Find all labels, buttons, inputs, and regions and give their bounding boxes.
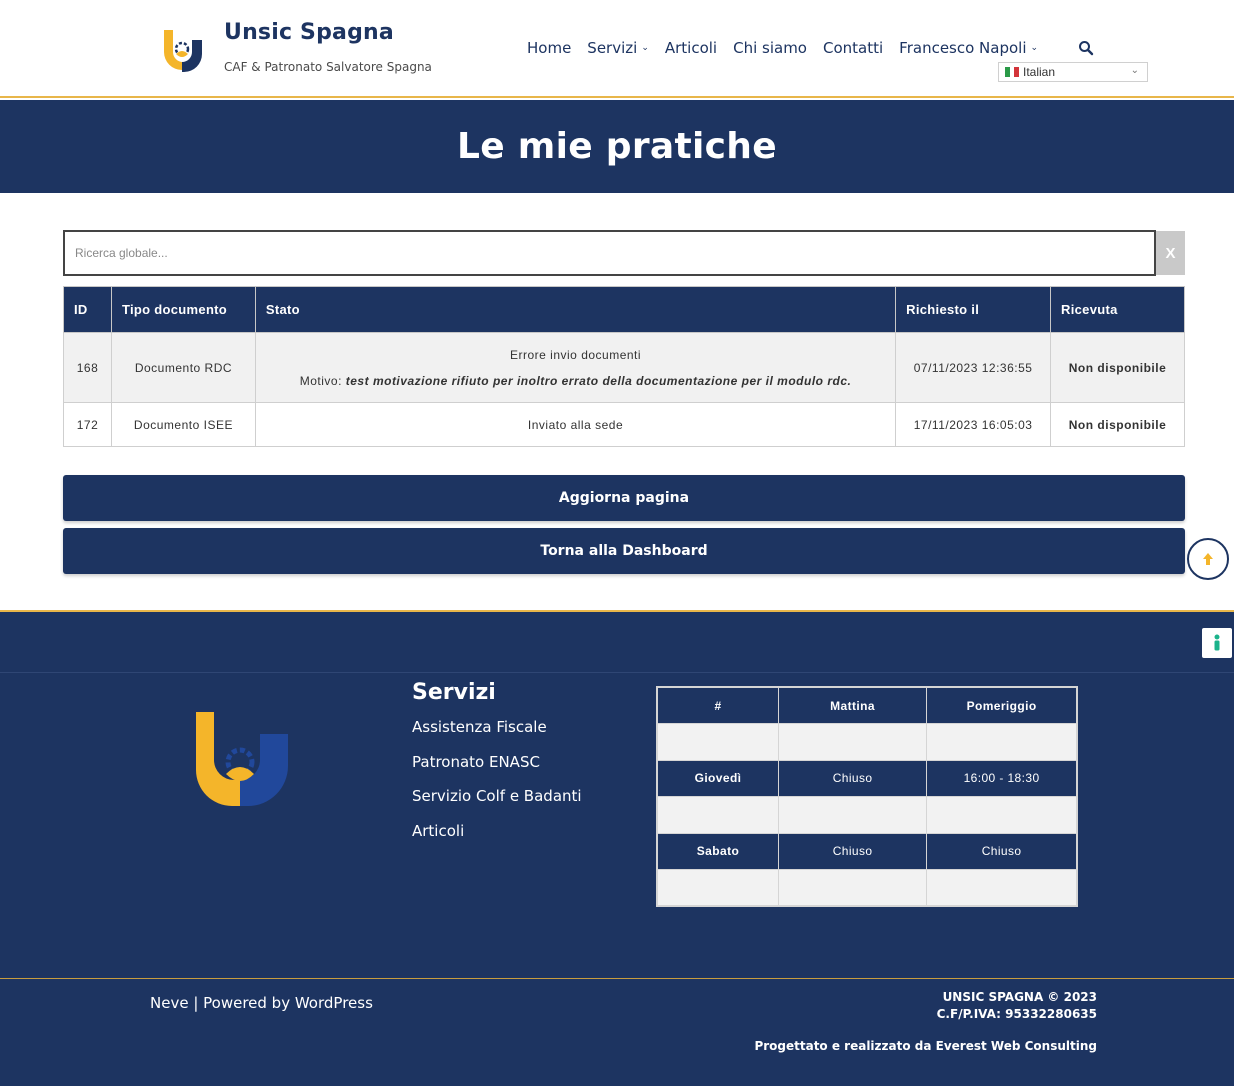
motivo-text: Motivo: test motivazione rifiuto per ino… (264, 368, 887, 394)
refresh-page-button[interactable]: Aggiorna pagina (63, 475, 1185, 521)
footer-link-articoli[interactable]: Articoli (412, 822, 582, 857)
table-header-row: ID Tipo documento Stato Richiesto il Ric… (63, 286, 1185, 333)
cell-tipo: Documento ISEE (110, 402, 256, 447)
hours-row: Venerdì 9:30 - 13:00 Chiuso (656, 796, 1078, 834)
pratiche-table: ID Tipo documento Stato Richiesto il Ric… (63, 286, 1185, 447)
cell-id: 172 (63, 402, 112, 447)
column-header-ricevuta[interactable]: Ricevuta (1050, 286, 1185, 333)
language-label: Italian (1023, 65, 1056, 79)
hours-day: Giovedì (656, 759, 779, 797)
hours-morning: Chiuso (777, 832, 928, 870)
site-title[interactable]: Unsic Spagna (224, 20, 394, 45)
hours-header-afternoon: Pomeriggio (926, 686, 1078, 724)
back-to-dashboard-button[interactable]: Torna alla Dashboard (63, 528, 1185, 574)
footer-link-assistenza[interactable]: Assistenza Fiscale (412, 718, 582, 753)
unsic-logo-icon[interactable] (194, 710, 290, 808)
copyright-text: UNSIC SPAGNA © 2023 (942, 990, 1097, 1004)
column-header-id[interactable]: ID (63, 286, 112, 333)
language-select[interactable]: Italian ⌄ (998, 62, 1148, 82)
hours-morning: 9:30 - 13:00 (777, 796, 928, 834)
unsic-logo-icon[interactable] (160, 26, 206, 72)
table-row: 168 Documento RDC Errore invio documenti… (63, 332, 1185, 403)
copyright-block: UNSIC SPAGNA © 2023 C.F/P.IVA: 953322806… (937, 989, 1097, 1023)
hours-afternoon: 16:00 - 18:30 (926, 723, 1078, 761)
cell-richiesto: 07/11/2023 12:36:55 (895, 332, 1052, 403)
hours-morning: Chiuso (777, 759, 928, 797)
page-title: Le mie pratiche (457, 126, 777, 167)
scroll-to-top-button[interactable] (1187, 538, 1229, 580)
nav-label: Contatti (823, 39, 884, 57)
hours-day: Venerdì (656, 796, 779, 834)
hours-row: Lun - Mer 09:30 - 13:00 16:00 - 18:30 (656, 723, 1078, 761)
footer-bottom-divider (0, 978, 1234, 979)
hours-afternoon: Chiuso (926, 832, 1078, 870)
italian-flag-icon (1005, 67, 1020, 77)
footer-link-colf[interactable]: Servizio Colf e Badanti (412, 787, 582, 822)
hours-afternoon: Chiuso (926, 796, 1078, 834)
opening-hours-table: # Mattina Pomeriggio Lun - Mer 09:30 - 1… (656, 686, 1078, 907)
nav-item-articoli[interactable]: Articoli (665, 39, 717, 57)
powered-by-link[interactable]: Neve | Powered by WordPress (150, 994, 373, 1012)
hours-row: Giovedì Chiuso 16:00 - 18:30 (656, 759, 1078, 797)
cell-tipo: Documento RDC (110, 332, 256, 403)
chevron-down-icon: ⌄ (641, 43, 649, 53)
main-nav: Home Servizi ⌄ Articoli Chi siamo Contatt… (527, 39, 1038, 57)
arrow-up-icon (1203, 553, 1213, 565)
footer-services-list: Assistenza Fiscale Patronato ENASC Servi… (412, 718, 582, 856)
hours-afternoon: 16:00 - 18:30 (926, 759, 1078, 797)
hours-day: Domenica (656, 869, 779, 907)
accessibility-button[interactable] (1202, 628, 1232, 658)
search-icon[interactable] (1078, 40, 1094, 56)
nav-item-servizi[interactable]: Servizi ⌄ (587, 39, 649, 57)
hours-morning: 09:30 - 13:00 (777, 723, 928, 761)
nav-item-chi-siamo[interactable]: Chi siamo (733, 39, 807, 57)
chevron-down-icon: ⌄ (1030, 43, 1039, 53)
nav-label: Chi siamo (733, 39, 807, 57)
nav-label: Servizi (587, 39, 638, 57)
hours-day: Sabato (656, 832, 779, 870)
cell-ricevuta: Non disponibile (1050, 402, 1185, 447)
nav-label: Francesco Napoli (899, 39, 1027, 57)
nav-label: Home (527, 39, 572, 57)
cell-ricevuta: Non disponibile (1050, 332, 1185, 403)
site-header: Unsic Spagna CAF & Patronato Salvatore S… (0, 0, 1234, 98)
nav-item-contatti[interactable]: Contatti (823, 39, 883, 57)
global-search: X (63, 230, 1185, 276)
table-row: 172 Documento ISEE Inviato alla sede 17/… (63, 402, 1185, 447)
hours-header-row: # Mattina Pomeriggio (656, 686, 1078, 724)
cell-richiesto: 17/11/2023 16:05:03 (895, 402, 1052, 447)
footer-link-patronato[interactable]: Patronato ENASC (412, 753, 582, 788)
hours-header-morning: Mattina (777, 686, 928, 724)
cell-stato: Inviato alla sede (254, 402, 897, 447)
nav-label: Articoli (664, 39, 718, 57)
cell-stato: Errore invio documenti Motivo: test moti… (254, 332, 897, 403)
site-footer: Servizi Assistenza Fiscale Patronato ENA… (0, 610, 1234, 1086)
search-input[interactable] (63, 230, 1156, 276)
page-title-band: Le mie pratiche (0, 100, 1234, 193)
footer-services-title: Servizi (412, 680, 496, 705)
cell-id: 168 (63, 332, 112, 403)
hours-morning: Chiuso (777, 869, 928, 907)
chevron-down-icon: ⌄ (1130, 65, 1139, 76)
column-header-tipo[interactable]: Tipo documento (110, 286, 256, 333)
nav-item-user[interactable]: Francesco Napoli ⌄ (899, 39, 1038, 57)
hours-row: Domenica Chiuso Chiuso (656, 869, 1078, 907)
hours-afternoon: Chiuso (926, 869, 1078, 907)
hours-day: Lun - Mer (656, 723, 779, 761)
hours-row: Sabato Chiuso Chiuso (656, 832, 1078, 870)
column-header-stato[interactable]: Stato (254, 286, 897, 333)
motivo-reason: test motivazione rifiuto per inoltro err… (345, 373, 852, 388)
stato-text: Errore invio documenti (510, 347, 642, 362)
site-tagline: CAF & Patronato Salvatore Spagna (224, 60, 432, 74)
nav-item-home[interactable]: Home (527, 39, 571, 57)
hours-header-day: # (656, 686, 779, 724)
accessibility-icon (1214, 634, 1220, 651)
clear-search-button[interactable]: X (1156, 231, 1185, 275)
column-header-richiesto[interactable]: Richiesto il (895, 286, 1052, 333)
motivo-label: Motivo: (299, 373, 342, 388)
footer-divider (0, 672, 1234, 673)
vat-text: C.F/P.IVA: 95332280635 (936, 1007, 1097, 1021)
made-by-link[interactable]: Progettato e realizzato da Everest Web C… (754, 1039, 1097, 1053)
